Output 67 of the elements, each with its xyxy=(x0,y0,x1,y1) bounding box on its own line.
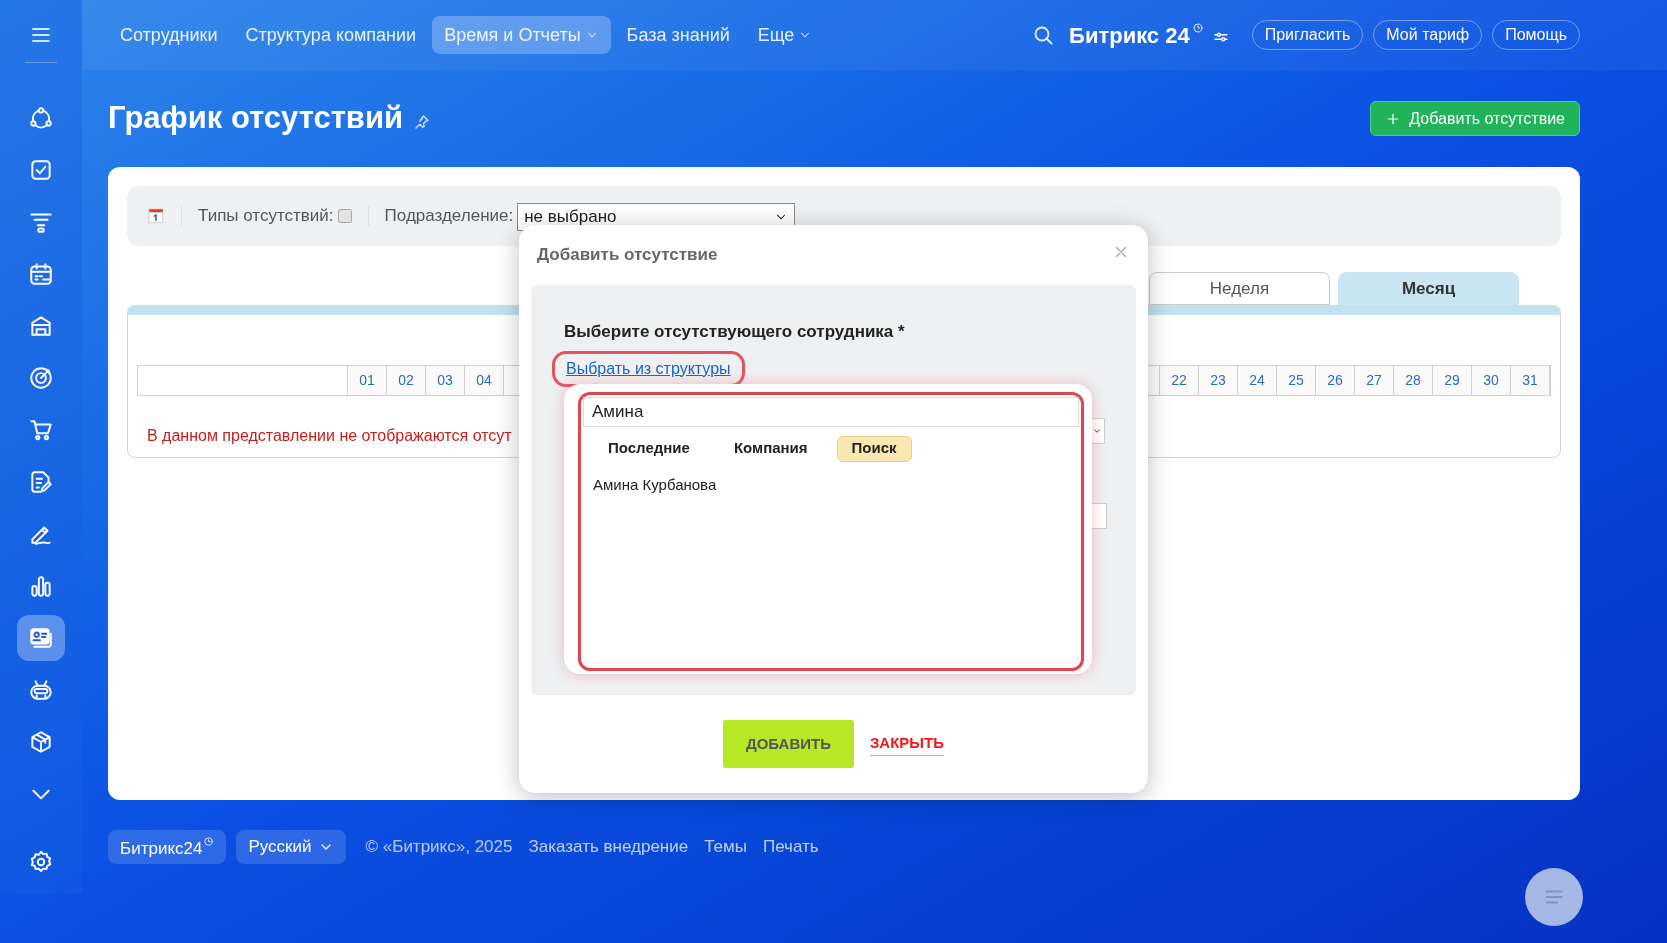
chat-button[interactable] xyxy=(1525,868,1583,926)
day-cell[interactable]: 28 xyxy=(1394,366,1433,395)
day-cell[interactable]: 22 xyxy=(1160,366,1199,395)
footer-link[interactable]: Темы xyxy=(704,834,747,860)
brand-button[interactable]: Битрикс24 xyxy=(108,830,227,864)
clock-icon xyxy=(1191,21,1204,34)
calendar-icon xyxy=(147,207,165,225)
page-title: График отсутствий xyxy=(108,99,404,138)
nav-label: База знаний xyxy=(626,23,730,47)
sidebar-item[interactable] xyxy=(17,615,65,661)
nav-label: Структура компании xyxy=(245,23,417,47)
day-cell[interactable]: 27 xyxy=(1355,366,1394,395)
day-cell[interactable]: 04 xyxy=(465,366,504,395)
day-cell[interactable]: 01 xyxy=(348,366,387,395)
day-cell[interactable]: 31 xyxy=(1511,366,1550,395)
copyright-text: © «Битрикс», 2025 xyxy=(365,836,513,859)
nav-item[interactable]: Сотрудники xyxy=(108,16,230,54)
target-icon xyxy=(28,365,54,391)
day-cell[interactable]: 29 xyxy=(1433,366,1472,395)
day-cell[interactable]: 23 xyxy=(1199,366,1238,395)
nav-label: Еще xyxy=(757,23,795,47)
bar-chart-icon xyxy=(28,573,54,599)
nav-item[interactable]: Структура компании xyxy=(233,16,429,54)
flow-icon xyxy=(28,105,54,131)
view-tab[interactable]: Месяц xyxy=(1338,272,1519,305)
view-tab[interactable]: Неделя xyxy=(1149,272,1330,305)
department-label: Подразделение: xyxy=(384,205,514,228)
pin-icon xyxy=(413,112,432,131)
logo-text: Битрикс 24 xyxy=(1069,21,1190,50)
calendar-icon xyxy=(28,261,54,287)
types-checkbox[interactable] xyxy=(337,209,352,223)
types-label: Типы отсутствий: xyxy=(198,205,334,228)
notice-text: В данном представлении не отображаются отсут xyxy=(147,426,512,446)
search-field[interactable]: Амина xyxy=(583,396,1079,427)
checkbox-icon xyxy=(28,157,54,183)
day-cell[interactable]: 24 xyxy=(1238,366,1277,395)
box-icon xyxy=(28,729,54,755)
footer-link[interactable]: Печать xyxy=(763,834,819,860)
robot-icon xyxy=(28,677,54,703)
contact-card-icon xyxy=(28,625,54,651)
result-item[interactable]: Амина Курбанова xyxy=(593,473,1079,496)
selector-tab[interactable]: Поиск xyxy=(836,435,912,462)
cart-icon xyxy=(28,417,54,443)
footer-link[interactable]: Заказать внедрение xyxy=(528,834,689,860)
selector-tab[interactable]: Компания xyxy=(718,435,823,462)
add-absence-button[interactable]: Добавить отсутствие xyxy=(1370,101,1580,136)
clock-icon xyxy=(203,836,215,847)
dialog-title: Добавить отсутствие xyxy=(537,244,718,267)
store-icon xyxy=(28,313,54,339)
close-link[interactable]: ЗАКРЫТЬ xyxy=(869,732,944,756)
caret-icon xyxy=(1092,426,1102,436)
settings-icon xyxy=(28,849,54,875)
nav-item[interactable]: База знаний xyxy=(614,16,742,54)
document-pen-icon xyxy=(28,469,54,495)
day-cell[interactable]: 03 xyxy=(426,366,465,395)
selector-tab[interactable]: Последние xyxy=(593,435,705,462)
structure-link[interactable]: Выбрать из структуры xyxy=(566,359,731,377)
nav-item[interactable]: Еще xyxy=(745,16,825,54)
day-cell[interactable]: 02 xyxy=(387,366,426,395)
nav-label: Сотрудники xyxy=(120,23,218,47)
add-button[interactable]: ДОБАВИТЬ xyxy=(723,720,854,768)
nav-label: Время и Отчеты xyxy=(444,23,581,47)
field-heading: Выберите отсутствующего сотрудника * xyxy=(564,321,906,343)
day-cell[interactable]: 26 xyxy=(1316,366,1355,395)
day-cell[interactable]: 25 xyxy=(1277,366,1316,395)
language-button[interactable]: Русский xyxy=(236,830,346,864)
day-cell[interactable]: 30 xyxy=(1472,366,1511,395)
